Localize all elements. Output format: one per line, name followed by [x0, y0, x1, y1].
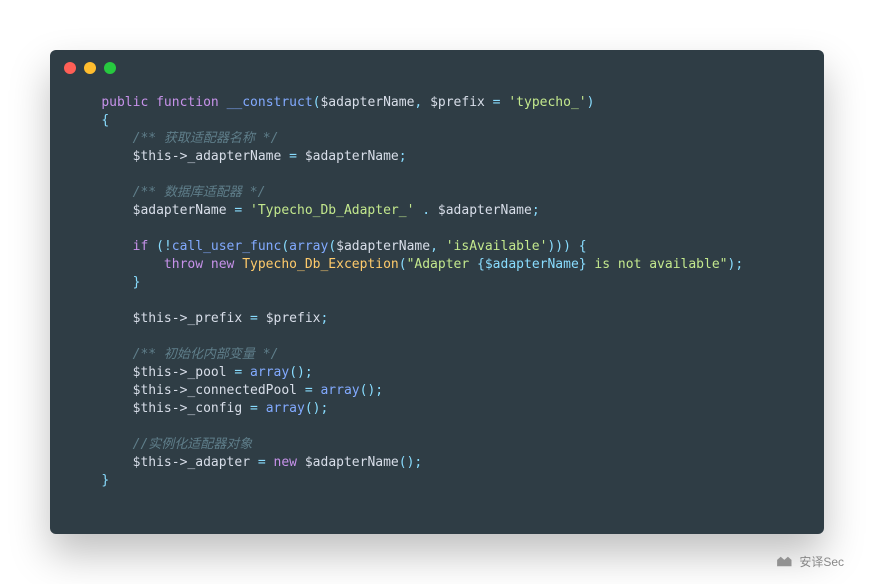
- comment-db-adapter: /** 数据库适配器 */: [133, 185, 266, 200]
- kw-throw: throw: [164, 257, 203, 272]
- kw-function: function: [156, 95, 219, 110]
- this-pool: ->_pool: [172, 365, 227, 380]
- kw-new: new: [211, 257, 234, 272]
- kw-if: if: [133, 239, 149, 254]
- minimize-icon[interactable]: [84, 62, 96, 74]
- str-isAvailable: 'isAvailable': [446, 239, 548, 254]
- titlebar: [50, 50, 824, 86]
- code-window: public function __construct($adapterName…: [50, 50, 824, 534]
- str-interp-adapterName: {$adapterName}: [477, 257, 587, 272]
- watermark-text: 安译Sec: [799, 553, 844, 570]
- kw-public: public: [101, 95, 148, 110]
- cls-exception: Typecho_Db_Exception: [242, 257, 399, 272]
- code-block: public function __construct($adapterName…: [50, 86, 824, 510]
- param-prefix: $prefix: [430, 95, 485, 110]
- comment-init-vars: /** 初始化内部变量 */: [133, 347, 279, 362]
- str-adapter-prefix: 'Typecho_Db_Adapter_': [250, 203, 414, 218]
- fn-call-user-func: call_user_func: [172, 239, 282, 254]
- wechat-icon: [775, 554, 793, 570]
- close-icon[interactable]: [64, 62, 76, 74]
- this-adapterName: ->_adapterName: [172, 149, 282, 164]
- zoom-icon[interactable]: [104, 62, 116, 74]
- indent: [70, 95, 101, 110]
- this-config: ->_config: [172, 401, 242, 416]
- this-prefix: ->_prefix: [172, 311, 242, 326]
- this-connectedPool: ->_connectedPool: [172, 383, 297, 398]
- this-adapter: ->_adapter: [172, 455, 250, 470]
- param-adapterName: $adapterName: [320, 95, 414, 110]
- comment-instantiate: //实例化适配器对象: [133, 437, 253, 452]
- comment-get-adapter: /** 获取适配器名称 */: [133, 131, 279, 146]
- watermark: 安译Sec: [775, 553, 844, 570]
- str-typecho: 'typecho_': [508, 95, 586, 110]
- fn-array: array: [289, 239, 328, 254]
- fn-construct: __construct: [227, 95, 313, 110]
